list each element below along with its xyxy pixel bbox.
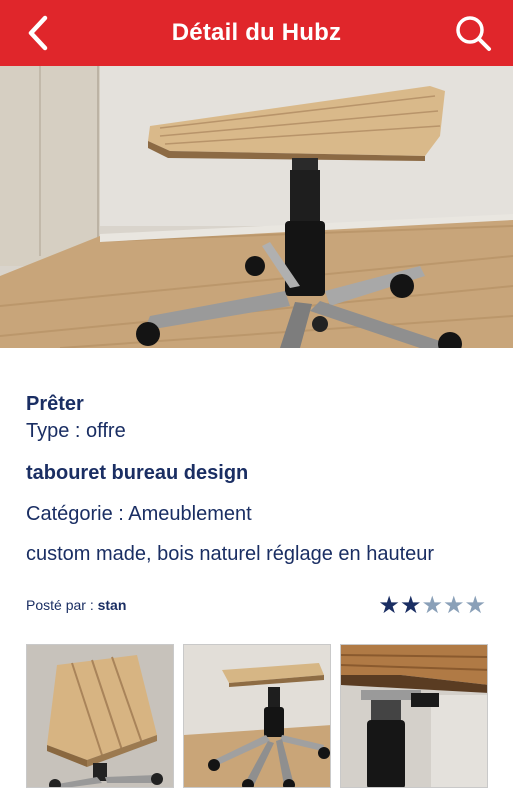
posted-by: Posté par : stan: [26, 597, 126, 613]
listing-action: Prêter: [26, 393, 84, 415]
thumbnail-gallery: [26, 644, 488, 788]
page-title: Détail du Hubz: [171, 19, 342, 46]
listing-name: tabouret bureau design: [26, 462, 249, 484]
thumbnail-2[interactable]: [183, 644, 331, 788]
thumbnail-3[interactable]: [340, 644, 488, 788]
star-icon: ★: [421, 592, 443, 619]
rating-stars: ★★★★★: [378, 591, 486, 620]
search-icon: [456, 16, 491, 51]
thumbnail-1[interactable]: [26, 644, 174, 788]
listing-category: Catégorie : Ameublement: [26, 503, 252, 525]
thumbnail-image: [341, 645, 487, 787]
stool-photo: [0, 66, 513, 348]
thumbnail-image: [184, 645, 330, 787]
hero-photo[interactable]: [0, 66, 513, 348]
star-icon: ★: [399, 592, 422, 619]
top-app-bar: Détail du Hubz: [0, 0, 513, 66]
search-button[interactable]: [451, 11, 495, 55]
star-icon: ★: [442, 592, 465, 619]
listing-type: Type : offre: [26, 420, 126, 442]
listing-description: custom made, bois naturel réglage en hau…: [26, 543, 435, 565]
posted-by-label: Posté par :: [26, 597, 98, 613]
star-icon: ★: [464, 592, 486, 619]
posted-by-user[interactable]: stan: [98, 597, 127, 613]
thumbnail-image: [27, 645, 173, 787]
star-icon: ★: [378, 592, 400, 619]
